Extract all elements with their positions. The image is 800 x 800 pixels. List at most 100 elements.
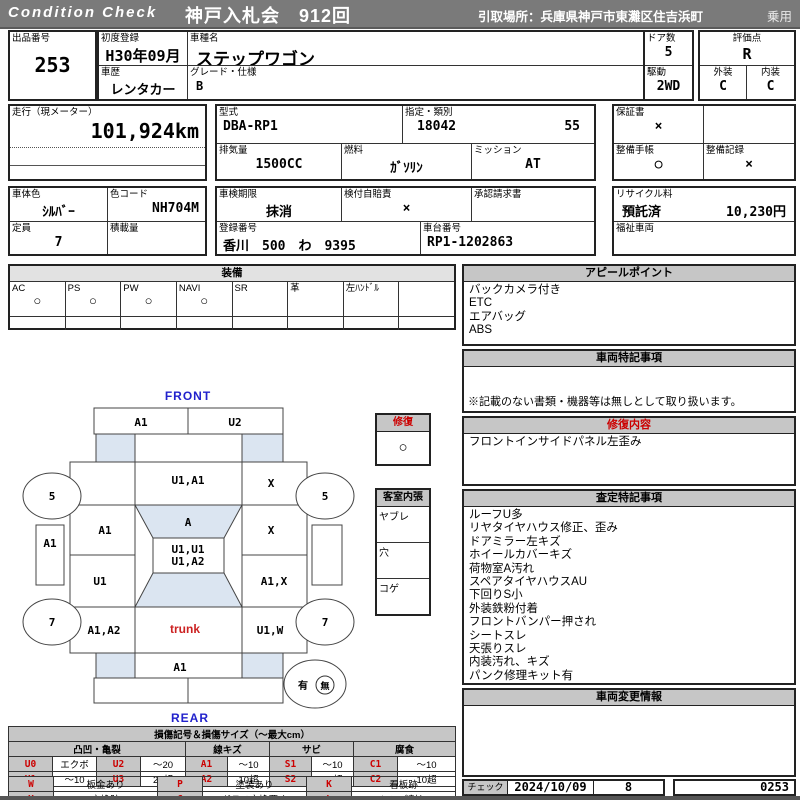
front-left-corner <box>95 433 136 463</box>
roof-mark-2: U1,A2 <box>171 555 204 568</box>
vehicle-notes-footnote: ※記載のない書類・機器等は無しとして取り扱います。 <box>468 396 742 408</box>
assessment-line: 外装鉄粉付着 <box>469 602 538 615</box>
displacement-label: 排気量 <box>219 145 248 156</box>
lot-number-box: 出品番号 253 <box>8 30 97 101</box>
legend-code: W <box>8 776 54 792</box>
equipment-empty-cell <box>399 317 454 330</box>
type-label: 型式 <box>219 107 239 118</box>
spare-yes-label: 有 <box>298 679 308 692</box>
mission-cell: ミッション AT <box>472 144 594 179</box>
legend-group-rust: サビ <box>269 741 354 757</box>
repair-flag-title: 修復 <box>377 415 429 432</box>
welfare-label: 福祉車両 <box>616 223 655 234</box>
welfare-cell: 福祉車両 <box>614 222 794 254</box>
equipment-mark: ○ <box>89 293 97 308</box>
legend-desc: 塗装あり <box>202 776 307 792</box>
mileage-value: 101,924km <box>90 119 199 143</box>
sheet-number: 0253 <box>673 779 796 796</box>
assessment-panel: 査定特記事項 ルーフU多 リヤタイヤハウス修正、歪み ドアミラー左キズ ホイール… <box>462 489 796 685</box>
check-strip: チェック 2024/10/09 8 <box>462 779 665 796</box>
class-no2: 55 <box>564 119 580 134</box>
doors-drive-box: ドア数 5 駆動 2WD <box>643 30 694 101</box>
color-code-label: 色コード <box>110 189 149 200</box>
repair-flag-mark: ○ <box>398 439 408 456</box>
right-front-door-mark: X <box>268 524 275 537</box>
equipment-cell-leather: 革 <box>288 282 344 316</box>
appeal-title: アピールポイント <box>464 266 794 282</box>
equipment-empty-cell <box>121 317 177 330</box>
chassis-number-label: 車台番号 <box>423 223 462 234</box>
lot-number-label: 出品番号 <box>12 33 51 44</box>
legend-group-scratch: 線キズ <box>185 741 270 757</box>
insurance-cell: 検付自賠責 × <box>342 188 472 222</box>
spare-tire-oval <box>283 659 347 709</box>
assessment-line: 内装汚れ、キズ <box>469 656 550 669</box>
body-color-label: 車体色 <box>12 189 41 200</box>
equipment-cell-navi: NAVI ○ <box>177 282 233 316</box>
windshield-mark: A <box>185 516 192 529</box>
displacement-value: 1500CC <box>255 157 303 172</box>
assessment-title: 査定特記事項 <box>464 491 794 507</box>
warranty-cell: 保証書 × <box>614 106 704 144</box>
legend-code: C1 <box>353 756 398 772</box>
cabin-lining-row-tear: ヤブレ <box>377 507 429 543</box>
grade-value: B <box>196 79 204 93</box>
history-value: レンタカー <box>110 83 176 98</box>
class-no1: 18042 <box>417 119 457 134</box>
mileage-box: 走行（現メーター） 101,924km <box>8 104 207 181</box>
warranty-label: 保証書 <box>616 107 645 118</box>
body-color-value: ｼﾙﾊﾞｰ <box>42 205 75 220</box>
assessment-line: フロントバンパー押され <box>469 616 597 629</box>
documents-box: 保証書 × 整備手帳 ○ 整備記録 × <box>612 104 796 181</box>
check-inspector: 8 <box>624 780 633 794</box>
assessment-line: ホイールカバーキズ <box>469 549 573 562</box>
approval-label: 承認請求書 <box>474 189 522 200</box>
hood-mark: U1,A1 <box>171 474 204 487</box>
fuel-label: 燃料 <box>344 145 364 156</box>
brand-logo: Condition Check <box>8 4 158 21</box>
equipment-title: 装備 <box>10 266 454 282</box>
insurance-label: 検付自賠責 <box>344 189 392 200</box>
change-info-title: 車両変更情報 <box>464 690 794 706</box>
appeal-panel: アピールポイント バックカメラ付き ETC エアバッグ ABS <box>462 264 796 346</box>
interior-label: 内装 <box>760 67 780 78</box>
displacement-cell: 排気量 1500CC <box>217 144 342 179</box>
first-registration-label: 初度登録 <box>101 33 140 44</box>
exterior-value: C <box>719 79 727 94</box>
drive-value: 2WD <box>656 79 681 94</box>
equipment-empty-cell <box>233 317 289 330</box>
maintenance-record-label: 整備記録 <box>706 145 745 156</box>
equipment-mark: ○ <box>200 293 209 308</box>
repair-flag-box: 修復 ○ <box>375 413 431 466</box>
left-sill-mark: A1 <box>43 537 57 550</box>
fuel-value: ｶﾞｿﾘﾝ <box>390 161 423 176</box>
interior-value: C <box>766 79 775 94</box>
drive-label: 駆動 <box>647 67 667 78</box>
registration-box: 車検期限 抹消 検付自賠責 × 承認請求書 登録番号 香川 500 わ 9395… <box>215 186 596 256</box>
fuel-cell: 燃料 ｶﾞｿﾘﾝ <box>342 144 472 179</box>
equipment-cell-pw: PW ○ <box>121 282 177 316</box>
chassis-number-cell: 車台番号 RP1-1202863 <box>421 222 594 254</box>
score-cell: 評価点 R <box>700 32 794 66</box>
right-rear-fender-mark: U1,W <box>257 624 284 637</box>
vehicle-notes-title: 車両特記事項 <box>464 351 794 367</box>
front-direction-label: FRONT <box>165 389 211 403</box>
legend-desc: ～20 <box>140 756 186 772</box>
rear-panel-mark: A1 <box>173 661 187 674</box>
registration-number-value: 香川 500 わ 9395 <box>223 239 356 254</box>
equipment-mark: ○ <box>33 293 42 308</box>
color-code-cell: 色コード NH704M <box>108 188 205 222</box>
score-box: 評価点 R 外装 C 内装 C <box>698 30 796 101</box>
chassis-number-value: RP1-1202863 <box>427 235 514 250</box>
equipment-empty-cell <box>66 317 122 330</box>
model-value: ステップワゴン <box>196 50 315 66</box>
exterior-label: 外装 <box>713 67 733 78</box>
registration-number-cell: 登録番号 香川 500 わ 9395 <box>217 222 421 254</box>
bottom-bar <box>0 796 800 800</box>
maintenance-book-label: 整備手帳 <box>616 145 655 156</box>
legend-code: A1 <box>185 756 228 772</box>
repair-details-title: 修復内容 <box>464 418 794 434</box>
assessment-line: スペアタイヤハウスAU <box>469 576 588 589</box>
capacity-cell: 定員 7 <box>10 222 108 254</box>
spare-no-label: 無 <box>320 680 329 692</box>
